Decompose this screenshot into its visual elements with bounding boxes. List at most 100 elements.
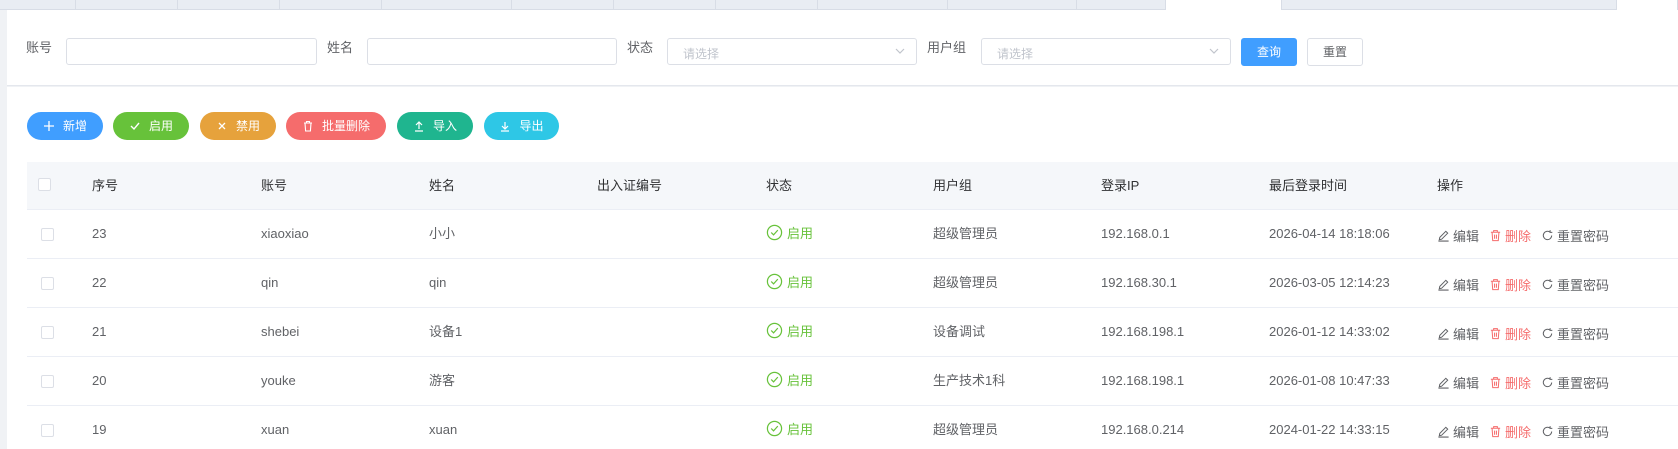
refresh-icon [1542,377,1553,388]
reset-button[interactable]: 重置 [1307,38,1363,66]
delete-button-label: 删除 [1505,425,1532,440]
reset-password-button[interactable]: 重置密码 [1541,275,1609,294]
enable-button[interactable]: 启用 [113,112,189,140]
edit-button[interactable]: 编辑 [1437,226,1479,245]
cell-index: 21 [92,324,107,339]
tab[interactable] [1282,0,1617,10]
tab[interactable] [1617,0,1678,10]
column-header-login-ip: 登录IP [1101,178,1140,193]
edit-button[interactable]: 编辑 [1437,324,1479,343]
cell-index: 19 [92,422,107,437]
column-header-actions: 操作 [1437,178,1464,193]
status-select[interactable]: 请选择 [667,38,917,65]
refresh-icon [1542,426,1553,437]
tab[interactable] [818,0,948,10]
cell-account: xiaoxiao [261,226,309,241]
row-actions: 编辑 删除 重置密码 [1437,324,1619,343]
delete-button-label: 删除 [1505,229,1532,244]
disable-button[interactable]: 禁用 [200,112,276,140]
column-header-account: 账号 [261,178,288,193]
edit-icon [1438,230,1449,242]
row-checkbox[interactable] [41,424,54,437]
delete-button[interactable]: 删除 [1489,275,1531,294]
check-circle-icon [766,420,783,437]
reset-password-button-label: 重置密码 [1557,425,1610,440]
tab[interactable] [178,0,280,10]
batch-delete-button[interactable]: 批量删除 [286,112,386,140]
status-text: 启用 [787,422,814,437]
name-input[interactable] [367,38,617,65]
reset-password-button[interactable]: 重置密码 [1541,226,1609,245]
reset-password-button[interactable]: 重置密码 [1541,373,1609,392]
trash-icon [1490,230,1501,242]
table-row: 19 xuan xuan 超级管理员 192.168.0.214 2024-01-22 1… [27,406,1678,449]
status-text: 启用 [787,226,814,241]
tab[interactable] [716,0,818,10]
cell-last-login: 2026-03-05 12:14:23 [1269,275,1390,290]
close-icon [216,120,228,132]
row-checkbox[interactable] [41,375,54,388]
status-text: 启用 [787,324,814,339]
cell-user-group: 超级管理员 [933,275,999,290]
reset-password-button[interactable]: 重置密码 [1541,324,1609,343]
cell-account: xuan [261,422,290,437]
import-button[interactable]: 导入 [397,112,473,140]
select-all-checkbox[interactable] [38,178,51,191]
row-checkbox[interactable] [41,228,54,241]
delete-button[interactable]: 删除 [1489,422,1531,441]
reset-password-button[interactable]: 重置密码 [1541,422,1609,441]
check-circle-icon [766,224,783,241]
export-button-label: 导出 [519,119,544,133]
tab[interactable] [0,0,76,10]
check-icon [129,120,141,132]
export-button[interactable]: 导出 [484,112,559,140]
status-label: 状态 [627,40,654,55]
account-input[interactable] [66,38,317,65]
cell-login-ip: 192.168.198.1 [1101,324,1185,339]
delete-button[interactable]: 删除 [1489,324,1531,343]
trash-icon [1490,377,1501,389]
add-button[interactable]: 新增 [27,112,103,140]
status-badge: 启用 [766,272,813,291]
cell-login-ip: 192.168.0.1 [1101,226,1170,241]
cell-last-login: 2026-01-08 10:47:33 [1269,373,1390,388]
row-checkbox[interactable] [41,277,54,290]
row-checkbox[interactable] [41,326,54,339]
edit-button[interactable]: 编辑 [1437,275,1479,294]
reset-password-button-label: 重置密码 [1557,278,1610,293]
tab[interactable] [512,0,614,10]
user-group-select[interactable]: 请选择 [981,38,1231,65]
import-button-label: 导入 [432,119,457,133]
delete-button-label: 删除 [1505,376,1532,391]
table-row: 20 youke 游客 生产技术1科 192.168.198.1 2026-01-08 1… [27,357,1678,406]
row-actions: 编辑 删除 重置密码 [1437,275,1619,294]
batch-delete-button-label: 批量删除 [321,119,370,133]
add-button-label: 新增 [62,119,87,133]
delete-button[interactable]: 删除 [1489,373,1531,392]
cell-last-login: 2026-01-12 14:33:02 [1269,324,1390,339]
tab[interactable] [382,0,512,10]
edit-button[interactable]: 编辑 [1437,373,1479,392]
tab[interactable] [948,0,1077,10]
user-group-placeholder: 请选择 [997,47,1034,61]
reset-password-button-label: 重置密码 [1557,376,1610,391]
column-header-status: 状态 [766,178,793,193]
cell-name: 游客 [429,373,456,388]
cell-index: 23 [92,226,107,241]
upload-icon [413,120,425,132]
delete-button[interactable]: 删除 [1489,226,1531,245]
edit-button-label: 编辑 [1453,229,1480,244]
query-button[interactable]: 查询 [1241,38,1297,66]
tab-active[interactable] [1166,0,1282,10]
refresh-icon [1542,230,1553,241]
tab[interactable] [1077,0,1166,10]
tab[interactable] [280,0,382,10]
edit-button[interactable]: 编辑 [1437,422,1479,441]
cell-user-group: 设备调试 [933,324,986,339]
check-circle-icon [766,371,783,388]
cell-last-login: 2026-04-14 18:18:06 [1269,226,1390,241]
tab[interactable] [614,0,716,10]
tab[interactable] [76,0,178,10]
edit-button-label: 编辑 [1453,425,1480,440]
table-header: 序号 账号 姓名 出入证编号 状态 用户组 登录IP 最后登录时间 操作 [27,162,1678,210]
